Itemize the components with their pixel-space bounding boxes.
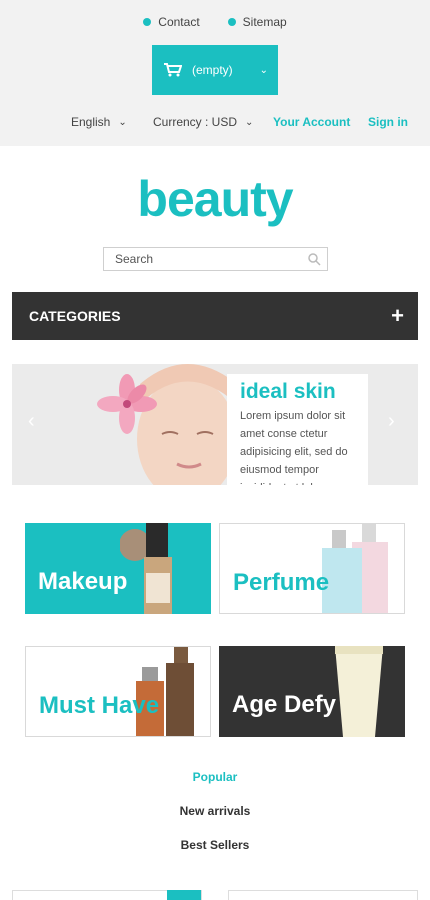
categories-bar[interactable]: CATEGORIES + xyxy=(12,292,418,340)
hero-slider: ‹ ideal skin Lorem ipsum dolor sit amet … xyxy=(12,364,418,485)
language-label: English xyxy=(71,115,111,129)
currency-select[interactable]: Currency : USD ⌄ xyxy=(153,115,253,129)
model-face-image xyxy=(52,364,252,485)
search-box[interactable] xyxy=(103,247,328,271)
tab-new-arrivals[interactable]: New arrivals xyxy=(0,804,430,838)
search-input[interactable] xyxy=(104,252,307,266)
top-bar: Contact Sitemap (empty) ⌄ English ⌄ Curre… xyxy=(0,0,430,146)
cart-button[interactable]: (empty) ⌄ xyxy=(152,45,278,95)
slider-title: ideal skin xyxy=(240,380,336,403)
slider-text: Lorem ipsum dolor sit amet conse ctetur … xyxy=(240,410,348,485)
language-select[interactable]: English ⌄ xyxy=(71,115,127,129)
tab-popular[interactable]: Popular xyxy=(0,770,430,804)
banner-label-perfume: Perfume xyxy=(233,569,330,596)
site-logo[interactable]: beauty xyxy=(0,170,430,228)
cart-status: (empty) xyxy=(192,63,233,77)
slider-next-arrow-icon[interactable]: › xyxy=(388,410,395,433)
foundation-bottle-image xyxy=(120,523,172,614)
banner-label-must-have: Must Have xyxy=(39,692,160,719)
your-account-link[interactable]: Your Account xyxy=(273,115,350,129)
bullet-icon xyxy=(227,18,236,26)
sale-badge xyxy=(167,890,201,900)
slider-caption: ideal skin Lorem ipsum dolor sit amet co… xyxy=(227,374,368,485)
chevron-down-icon: ⌄ xyxy=(118,116,127,128)
banner-makeup[interactable]: Makeup xyxy=(25,523,211,614)
banner-label-age-defy: Age Defy xyxy=(232,691,337,718)
sitemap-label[interactable]: Sitemap xyxy=(243,15,287,29)
slider-prev-arrow-icon[interactable]: ‹ xyxy=(28,410,35,433)
contact-link[interactable]: Contact xyxy=(143,15,200,29)
search-icon[interactable] xyxy=(307,252,321,266)
sitemap-link[interactable]: Sitemap xyxy=(227,15,287,29)
perfume-bottles-image xyxy=(322,524,388,613)
plus-icon[interactable]: + xyxy=(391,303,404,329)
banner-must-have[interactable]: Must Have xyxy=(25,646,211,737)
product-tabs: Popular New arrivals Best Sellers xyxy=(0,770,430,872)
bullet-icon xyxy=(143,18,152,26)
sign-in-link[interactable]: Sign in xyxy=(368,115,408,129)
banner-age-defy[interactable]: Age Defy xyxy=(219,646,405,737)
cart-icon xyxy=(164,63,182,77)
chevron-down-icon: ⌄ xyxy=(245,116,254,128)
product-card[interactable] xyxy=(12,890,202,900)
contact-label[interactable]: Contact xyxy=(158,15,199,29)
currency-label: Currency : USD xyxy=(153,115,238,129)
product-card[interactable] xyxy=(228,890,418,900)
banner-perfume[interactable]: Perfume xyxy=(219,523,405,614)
banner-label-makeup: Makeup xyxy=(38,568,128,595)
categories-label: CATEGORIES xyxy=(29,308,121,324)
top-links: Contact Sitemap xyxy=(0,15,430,29)
cream-tube-image xyxy=(335,646,383,737)
tab-best-sellers[interactable]: Best Sellers xyxy=(0,838,430,872)
chevron-down-icon: ⌄ xyxy=(259,64,268,76)
